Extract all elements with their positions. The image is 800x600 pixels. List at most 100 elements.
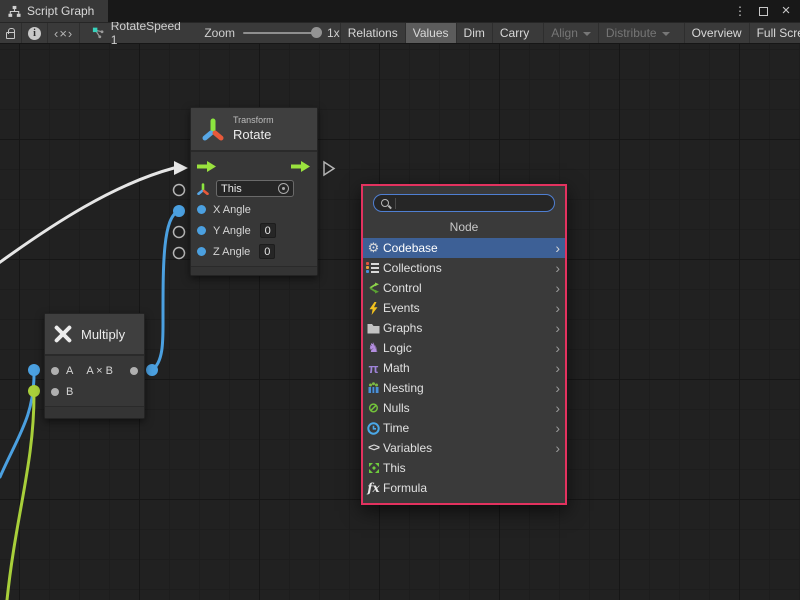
finder-item-events[interactable]: Events › [363, 298, 565, 318]
node-footer [45, 406, 144, 418]
dim-button[interactable]: Dim [456, 23, 492, 43]
overview-button[interactable]: Overview [684, 23, 749, 43]
lightning-icon [366, 301, 381, 315]
chevron-right-icon: › [555, 321, 560, 335]
chevron-right-icon: › [555, 401, 560, 415]
code-view-button[interactable] [48, 23, 80, 43]
chevron-right-icon: › [555, 421, 560, 435]
zoom-slider[interactable] [243, 32, 319, 34]
chevron-right-icon: › [555, 341, 560, 355]
node-header[interactable]: Transform Rotate [191, 108, 317, 152]
yangle-value-field[interactable]: 0 [260, 223, 276, 238]
chevron-right-icon: › [555, 381, 560, 395]
port-row-b: B [51, 381, 138, 402]
distribute-dropdown[interactable]: Distribute [598, 23, 677, 43]
maximize-button[interactable] [755, 3, 771, 19]
search-icon [380, 198, 391, 209]
chevron-right-icon: › [555, 261, 560, 275]
port-row-zangle: Z Angle 0 [197, 241, 311, 262]
lock-icon [6, 32, 15, 39]
flow-output-icon[interactable] [291, 160, 311, 173]
info-button[interactable] [22, 23, 48, 43]
finder-header: Node [363, 216, 565, 238]
toolbar-buttons: Relations Values Dim Carry Align Distrib… [340, 23, 800, 43]
rotate-port-xangle[interactable] [173, 205, 185, 217]
fuzzy-finder-popup: Node Codebase › Collections › [361, 184, 567, 505]
fullscreen-button[interactable]: Full Screen [749, 23, 800, 43]
port-row-xangle: X Angle [197, 199, 311, 220]
finder-list: Codebase › Collections › Control [363, 238, 565, 503]
graph-canvas[interactable]: Transform Rotate This [0, 44, 800, 600]
finder-item-nesting[interactable]: Nesting › [363, 378, 565, 398]
kebab-menu-icon [734, 2, 746, 20]
angle-brackets-icon [366, 441, 381, 455]
node-transform-rotate[interactable]: Transform Rotate This [190, 107, 318, 276]
script-graph-icon [92, 26, 105, 40]
input-b-wire[interactable] [7, 394, 34, 600]
tab-script-graph[interactable]: Script Graph [0, 0, 108, 22]
this-object-field[interactable]: This [216, 180, 294, 197]
flow-wire-arrow-icon [174, 161, 188, 175]
close-button[interactable] [778, 3, 794, 19]
flow-input-icon[interactable] [197, 160, 217, 173]
this-icon [366, 461, 381, 475]
port-label: B [66, 386, 73, 398]
rotate-port-this[interactable] [174, 185, 185, 196]
fx-icon [366, 481, 381, 495]
clock-icon [366, 421, 381, 435]
rotate-port-yangle[interactable] [174, 227, 185, 238]
align-dropdown[interactable]: Align [543, 23, 598, 43]
finder-item-nulls[interactable]: Nulls › [363, 398, 565, 418]
this-field-value: This [221, 183, 274, 195]
finder-item-this[interactable]: This [363, 458, 565, 478]
finder-item-codebase[interactable]: Codebase › [363, 238, 565, 258]
carry-button[interactable]: Carry [492, 23, 536, 43]
zoom-slider-handle[interactable] [311, 27, 322, 38]
object-picker-icon[interactable] [278, 183, 289, 194]
multiply-port-output[interactable] [146, 364, 158, 376]
search-input[interactable] [400, 197, 548, 209]
generic-port-icon [51, 388, 59, 396]
menu-button[interactable] [732, 3, 748, 19]
graph-reference-label: RotateSpeed 1 [111, 19, 183, 47]
node-subtitle: Transform [233, 115, 274, 126]
finder-item-collections[interactable]: Collections › [363, 258, 565, 278]
generic-port-icon [51, 367, 59, 375]
node-title: Multiply [81, 327, 125, 342]
node-header[interactable]: Multiply [45, 314, 144, 356]
node-multiply[interactable]: Multiply A A × B B [44, 313, 145, 419]
finder-item-control[interactable]: Control › [363, 278, 565, 298]
finder-item-variables[interactable]: Variables › [363, 438, 565, 458]
close-icon [782, 2, 791, 20]
port-label: Z Angle [213, 246, 250, 258]
rotate-flow-output-port[interactable] [324, 162, 334, 175]
chevron-down-icon [662, 32, 670, 36]
finder-item-formula[interactable]: Formula [363, 478, 565, 498]
values-button[interactable]: Values [405, 23, 456, 43]
chevron-right-icon: › [555, 241, 560, 255]
finder-item-graphs[interactable]: Graphs › [363, 318, 565, 338]
code-brackets-icon [54, 26, 73, 41]
finder-item-logic[interactable]: Logic › [363, 338, 565, 358]
relations-button[interactable]: Relations [340, 23, 405, 43]
search-box[interactable] [373, 194, 555, 212]
port-label: A [66, 365, 73, 377]
multiply-port-b[interactable] [28, 385, 40, 397]
port-row-a: A A × B [51, 360, 138, 381]
chevron-right-icon: › [555, 361, 560, 375]
rotate-port-zangle[interactable] [174, 248, 185, 259]
multiply-icon [53, 324, 73, 344]
finder-item-math[interactable]: Math › [363, 358, 565, 378]
port-row-this: This [197, 178, 311, 199]
gear-icon [366, 241, 381, 255]
zangle-value-field[interactable]: 0 [259, 244, 275, 259]
finder-item-time[interactable]: Time › [363, 418, 565, 438]
list-icon [366, 261, 381, 275]
transform-icon [201, 117, 225, 141]
graph-reference[interactable]: RotateSpeed 1 [92, 19, 182, 47]
node-footer [191, 266, 317, 275]
flow-wire[interactable] [0, 168, 174, 268]
multiply-port-a[interactable] [28, 364, 40, 376]
float-port-icon [197, 226, 206, 235]
lock-button[interactable] [0, 23, 22, 43]
